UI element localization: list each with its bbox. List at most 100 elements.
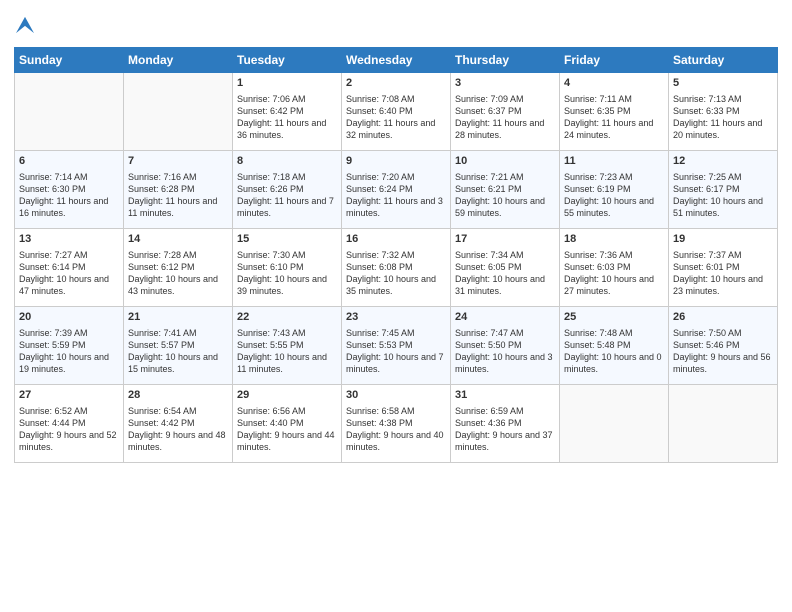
day-number: 8 xyxy=(237,154,337,169)
day-number: 16 xyxy=(346,232,446,247)
weekday-header-friday: Friday xyxy=(560,48,669,73)
calendar-cell: 7 Sunrise: 7:16 AM Sunset: 6:28 PM Daylig… xyxy=(124,151,233,229)
day-number: 25 xyxy=(564,310,664,325)
page-container: SundayMondayTuesdayWednesdayThursdayFrid… xyxy=(0,0,792,471)
calendar-cell: 5 Sunrise: 7:13 AM Sunset: 6:33 PM Daylig… xyxy=(669,73,778,151)
calendar-cell: 17 Sunrise: 7:34 AM Sunset: 6:05 PM Dayli… xyxy=(451,229,560,307)
calendar-week-row: 27Sunrise: 6:52 AM Sunset: 4:44 PM Dayli… xyxy=(15,385,778,463)
day-detail: Sunrise: 7:16 AM Sunset: 6:28 PM Dayligh… xyxy=(128,171,228,220)
day-detail: Sunrise: 7:32 AM Sunset: 6:08 PM Dayligh… xyxy=(346,249,446,298)
day-detail: Sunrise: 7:13 AM Sunset: 6:33 PM Dayligh… xyxy=(673,93,773,142)
day-number: 23 xyxy=(346,310,446,325)
calendar-cell xyxy=(15,73,124,151)
day-detail: Sunrise: 7:39 AM Sunset: 5:59 PM Dayligh… xyxy=(19,327,119,376)
weekday-header-tuesday: Tuesday xyxy=(233,48,342,73)
page-header xyxy=(14,10,778,39)
logo-text xyxy=(14,14,34,39)
calendar-cell: 9 Sunrise: 7:20 AM Sunset: 6:24 PM Daylig… xyxy=(342,151,451,229)
day-detail: Sunrise: 7:18 AM Sunset: 6:26 PM Dayligh… xyxy=(237,171,337,220)
day-detail: Sunrise: 6:58 AM Sunset: 4:38 PM Dayligh… xyxy=(346,405,446,454)
day-number: 19 xyxy=(673,232,773,247)
day-number: 26 xyxy=(673,310,773,325)
day-number: 6 xyxy=(19,154,119,169)
calendar-cell: 25 Sunrise: 7:48 AM Sunset: 5:48 PM Dayli… xyxy=(560,307,669,385)
day-number: 7 xyxy=(128,154,228,169)
logo xyxy=(14,14,34,39)
day-detail: Sunrise: 7:25 AM Sunset: 6:17 PM Dayligh… xyxy=(673,171,773,220)
day-number: 11 xyxy=(564,154,664,169)
day-number: 3 xyxy=(455,76,555,91)
calendar-cell: 24 Sunrise: 7:47 AM Sunset: 5:50 PM Dayli… xyxy=(451,307,560,385)
calendar-cell: 15 Sunrise: 7:30 AM Sunset: 6:10 PM Dayli… xyxy=(233,229,342,307)
day-detail: Sunrise: 7:27 AM Sunset: 6:14 PM Dayligh… xyxy=(19,249,119,298)
calendar-week-row: 1Sunrise: 7:06 AM Sunset: 6:42 PM Daylig… xyxy=(15,73,778,151)
calendar-cell: 16 Sunrise: 7:32 AM Sunset: 6:08 PM Dayli… xyxy=(342,229,451,307)
calendar-cell: 31 Sunrise: 6:59 AM Sunset: 4:36 PM Dayli… xyxy=(451,385,560,463)
day-number: 9 xyxy=(346,154,446,169)
day-number: 17 xyxy=(455,232,555,247)
day-detail: Sunrise: 7:41 AM Sunset: 5:57 PM Dayligh… xyxy=(128,327,228,376)
calendar-cell: 27Sunrise: 6:52 AM Sunset: 4:44 PM Dayli… xyxy=(15,385,124,463)
day-number: 24 xyxy=(455,310,555,325)
calendar-cell: 23 Sunrise: 7:45 AM Sunset: 5:53 PM Dayli… xyxy=(342,307,451,385)
day-detail: Sunrise: 6:52 AM Sunset: 4:44 PM Dayligh… xyxy=(19,405,119,454)
calendar-cell: 6 Sunrise: 7:14 AM Sunset: 6:30 PM Daylig… xyxy=(15,151,124,229)
day-detail: Sunrise: 7:34 AM Sunset: 6:05 PM Dayligh… xyxy=(455,249,555,298)
calendar-week-row: 20 Sunrise: 7:39 AM Sunset: 5:59 PM Dayli… xyxy=(15,307,778,385)
calendar-cell: 22Sunrise: 7:43 AM Sunset: 5:55 PM Dayli… xyxy=(233,307,342,385)
weekday-header-thursday: Thursday xyxy=(451,48,560,73)
calendar-cell: 26 Sunrise: 7:50 AM Sunset: 5:46 PM Dayli… xyxy=(669,307,778,385)
calendar-cell: 3 Sunrise: 7:09 AM Sunset: 6:37 PM Daylig… xyxy=(451,73,560,151)
day-number: 14 xyxy=(128,232,228,247)
day-detail: Sunrise: 7:09 AM Sunset: 6:37 PM Dayligh… xyxy=(455,93,555,142)
day-number: 20 xyxy=(19,310,119,325)
calendar-cell: 13 Sunrise: 7:27 AM Sunset: 6:14 PM Dayli… xyxy=(15,229,124,307)
weekday-header-saturday: Saturday xyxy=(669,48,778,73)
weekday-header-sunday: Sunday xyxy=(15,48,124,73)
day-detail: Sunrise: 6:54 AM Sunset: 4:42 PM Dayligh… xyxy=(128,405,228,454)
day-number: 31 xyxy=(455,388,555,403)
day-number: 15 xyxy=(237,232,337,247)
day-detail: Sunrise: 7:48 AM Sunset: 5:48 PM Dayligh… xyxy=(564,327,664,376)
day-number: 13 xyxy=(19,232,119,247)
day-detail: Sunrise: 7:45 AM Sunset: 5:53 PM Dayligh… xyxy=(346,327,446,376)
calendar-week-row: 13 Sunrise: 7:27 AM Sunset: 6:14 PM Dayli… xyxy=(15,229,778,307)
day-detail: Sunrise: 7:36 AM Sunset: 6:03 PM Dayligh… xyxy=(564,249,664,298)
day-detail: Sunrise: 7:37 AM Sunset: 6:01 PM Dayligh… xyxy=(673,249,773,298)
calendar-cell: 2Sunrise: 7:08 AM Sunset: 6:40 PM Daylig… xyxy=(342,73,451,151)
day-detail: Sunrise: 7:50 AM Sunset: 5:46 PM Dayligh… xyxy=(673,327,773,376)
calendar-cell: 30Sunrise: 6:58 AM Sunset: 4:38 PM Dayli… xyxy=(342,385,451,463)
calendar-cell: 14 Sunrise: 7:28 AM Sunset: 6:12 PM Dayli… xyxy=(124,229,233,307)
day-number: 21 xyxy=(128,310,228,325)
weekday-header-row: SundayMondayTuesdayWednesdayThursdayFrid… xyxy=(15,48,778,73)
day-number: 18 xyxy=(564,232,664,247)
weekday-header-wednesday: Wednesday xyxy=(342,48,451,73)
day-detail: Sunrise: 6:56 AM Sunset: 4:40 PM Dayligh… xyxy=(237,405,337,454)
calendar-cell xyxy=(124,73,233,151)
day-number: 5 xyxy=(673,76,773,91)
calendar-cell: 19 Sunrise: 7:37 AM Sunset: 6:01 PM Dayli… xyxy=(669,229,778,307)
weekday-header-monday: Monday xyxy=(124,48,233,73)
day-detail: Sunrise: 7:21 AM Sunset: 6:21 PM Dayligh… xyxy=(455,171,555,220)
calendar-cell: 12 Sunrise: 7:25 AM Sunset: 6:17 PM Dayli… xyxy=(669,151,778,229)
calendar-table: SundayMondayTuesdayWednesdayThursdayFrid… xyxy=(14,47,778,463)
day-detail: Sunrise: 7:47 AM Sunset: 5:50 PM Dayligh… xyxy=(455,327,555,376)
day-detail: Sunrise: 7:28 AM Sunset: 6:12 PM Dayligh… xyxy=(128,249,228,298)
day-number: 10 xyxy=(455,154,555,169)
day-detail: Sunrise: 7:30 AM Sunset: 6:10 PM Dayligh… xyxy=(237,249,337,298)
day-detail: Sunrise: 7:14 AM Sunset: 6:30 PM Dayligh… xyxy=(19,171,119,220)
calendar-cell: 8 Sunrise: 7:18 AM Sunset: 6:26 PM Daylig… xyxy=(233,151,342,229)
day-number: 4 xyxy=(564,76,664,91)
day-detail: Sunrise: 7:08 AM Sunset: 6:40 PM Dayligh… xyxy=(346,93,446,142)
day-detail: Sunrise: 7:43 AM Sunset: 5:55 PM Dayligh… xyxy=(237,327,337,376)
logo-arrow-icon xyxy=(16,16,34,34)
day-detail: Sunrise: 6:59 AM Sunset: 4:36 PM Dayligh… xyxy=(455,405,555,454)
calendar-cell: 20 Sunrise: 7:39 AM Sunset: 5:59 PM Dayli… xyxy=(15,307,124,385)
calendar-cell: 29Sunrise: 6:56 AM Sunset: 4:40 PM Dayli… xyxy=(233,385,342,463)
calendar-cell: 28 Sunrise: 6:54 AM Sunset: 4:42 PM Dayli… xyxy=(124,385,233,463)
calendar-cell: 18 Sunrise: 7:36 AM Sunset: 6:03 PM Dayli… xyxy=(560,229,669,307)
day-number: 28 xyxy=(128,388,228,403)
day-detail: Sunrise: 7:06 AM Sunset: 6:42 PM Dayligh… xyxy=(237,93,337,142)
day-detail: Sunrise: 7:20 AM Sunset: 6:24 PM Dayligh… xyxy=(346,171,446,220)
day-number: 12 xyxy=(673,154,773,169)
